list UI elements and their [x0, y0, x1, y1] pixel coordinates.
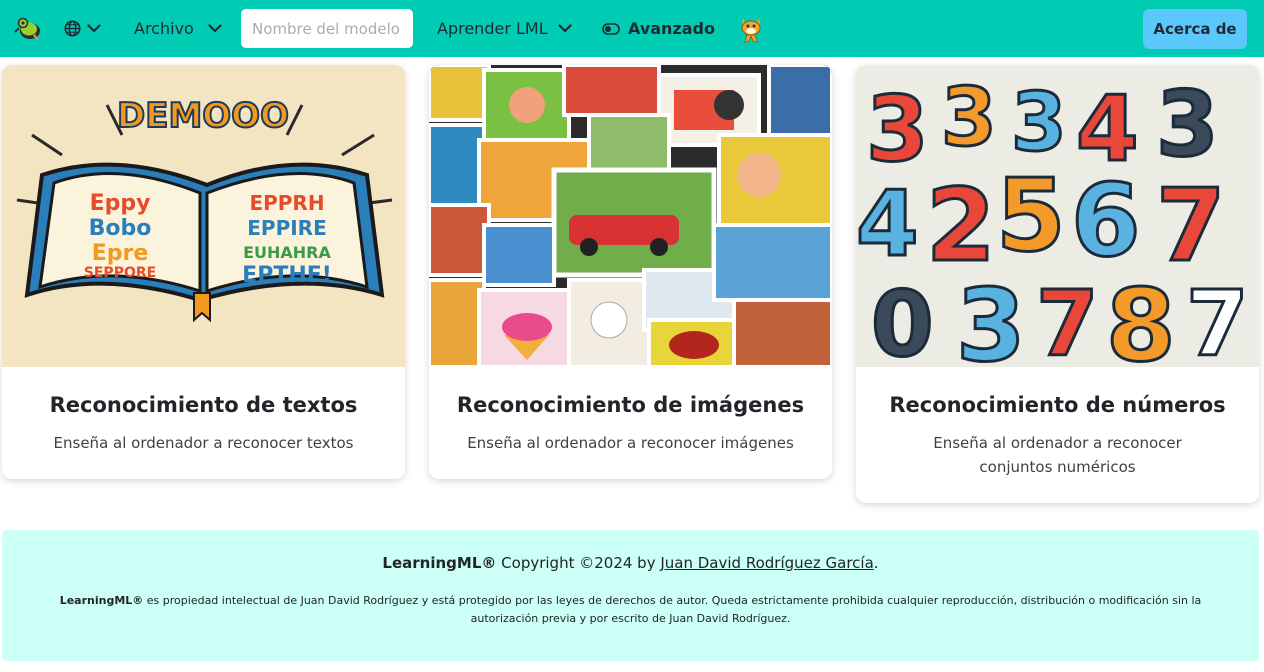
svg-text:6: 6: [1071, 162, 1141, 279]
chevron-down-icon: [208, 24, 222, 33]
card-title: Reconocimiento de textos: [49, 393, 358, 417]
svg-text:DEMOOO: DEMOOO: [117, 96, 289, 136]
svg-text:7: 7: [1186, 272, 1249, 367]
toggle-off-icon: [602, 22, 620, 35]
card-description: Enseña al ordenador a reconocer conjunto…: [933, 434, 1182, 476]
svg-text:EPPRH: EPPRH: [249, 191, 324, 215]
open-book-letters-illustration: DEMOOO Eppy Bobo Epre SEPPORE EPPRH EPPI…: [2, 65, 405, 367]
text-recognition-card[interactable]: DEMOOO Eppy Bobo Epre SEPPORE EPPRH EPPI…: [2, 65, 405, 479]
about-button[interactable]: Acerca de: [1143, 9, 1247, 49]
copyright-line: LearningML® Copyright ©2024 by Juan Davi…: [2, 554, 1259, 572]
legal-brand: LearningML®: [59, 594, 144, 607]
globe-icon: [64, 20, 81, 37]
footer-brand: LearningML®: [382, 554, 497, 572]
svg-text:7: 7: [1036, 272, 1099, 367]
learningml-logo-icon[interactable]: [13, 0, 43, 57]
svg-text:EPPIRE: EPPIRE: [247, 216, 326, 240]
svg-text:Epre: Epre: [92, 241, 149, 266]
aprender-lml-menu[interactable]: Aprender LML: [437, 0, 572, 57]
svg-text:3: 3: [866, 77, 929, 182]
svg-text:3: 3: [1011, 76, 1067, 169]
svg-text:3: 3: [956, 267, 1026, 367]
image-recognition-card[interactable]: Reconocimiento de imágenes Enseña al ord…: [429, 65, 832, 479]
avanzado-label: Avanzado: [628, 19, 715, 38]
svg-text:8: 8: [1106, 267, 1176, 367]
card-title: Reconocimiento de números: [889, 393, 1226, 417]
photo-collage-illustration: [429, 65, 832, 367]
card-body: Reconocimiento de números Enseña al orde…: [856, 367, 1259, 503]
svg-text:3: 3: [941, 71, 997, 164]
footer: LearningML® Copyright ©2024 by Juan Davi…: [2, 530, 1259, 661]
language-selector[interactable]: [64, 0, 101, 57]
svg-text:Eppy: Eppy: [90, 191, 151, 216]
svg-text:4: 4: [856, 172, 919, 277]
svg-text:5: 5: [996, 157, 1066, 274]
archivo-menu[interactable]: Archivo: [134, 0, 222, 57]
avanzado-toggle[interactable]: Avanzado: [602, 0, 715, 57]
scratch-cat-icon[interactable]: [737, 0, 765, 57]
svg-text:EUHAHRA: EUHAHRA: [243, 243, 331, 262]
svg-text:0: 0: [871, 272, 934, 367]
number-recognition-card[interactable]: 3 3 3 4 3 4 2 5 6 7 0 3 7 8 7 Reconocimi…: [856, 65, 1259, 503]
model-name-input[interactable]: [241, 9, 413, 48]
card-description: Enseña al ordenador a reconocer imágenes: [467, 434, 794, 452]
aprender-lml-label: Aprender LML: [437, 19, 548, 38]
archivo-menu-label: Archivo: [134, 19, 194, 38]
card-body: Reconocimiento de imágenes Enseña al ord…: [429, 367, 832, 479]
top-navbar: Archivo Aprender LML Avanzado Acerca de: [0, 0, 1264, 57]
card-body: Reconocimiento de textos Enseña al orden…: [2, 367, 405, 479]
legal-notice: LearningML® es propiedad intelectual de …: [32, 592, 1229, 628]
author-link[interactable]: Juan David Rodríguez García: [660, 554, 873, 572]
card-title: Reconocimiento de imágenes: [456, 393, 805, 417]
card-description: Enseña al ordenador a reconocer textos: [53, 434, 354, 452]
svg-text:Bobo: Bobo: [89, 216, 152, 241]
copyright-text: Copyright ©2024 by: [496, 554, 661, 572]
legal-text: es propiedad intelectual de Juan David R…: [143, 594, 1202, 625]
copyright-period: .: [873, 554, 879, 572]
chevron-down-icon: [558, 24, 572, 33]
svg-text:SEPPORE: SEPPORE: [84, 265, 156, 281]
svg-text:3: 3: [1156, 72, 1219, 177]
colorful-numbers-illustration: 3 3 3 4 3 4 2 5 6 7 0 3 7 8 7: [856, 65, 1259, 367]
svg-text:EPTHE!: EPTHE!: [242, 263, 332, 288]
chevron-down-icon: [87, 24, 101, 33]
